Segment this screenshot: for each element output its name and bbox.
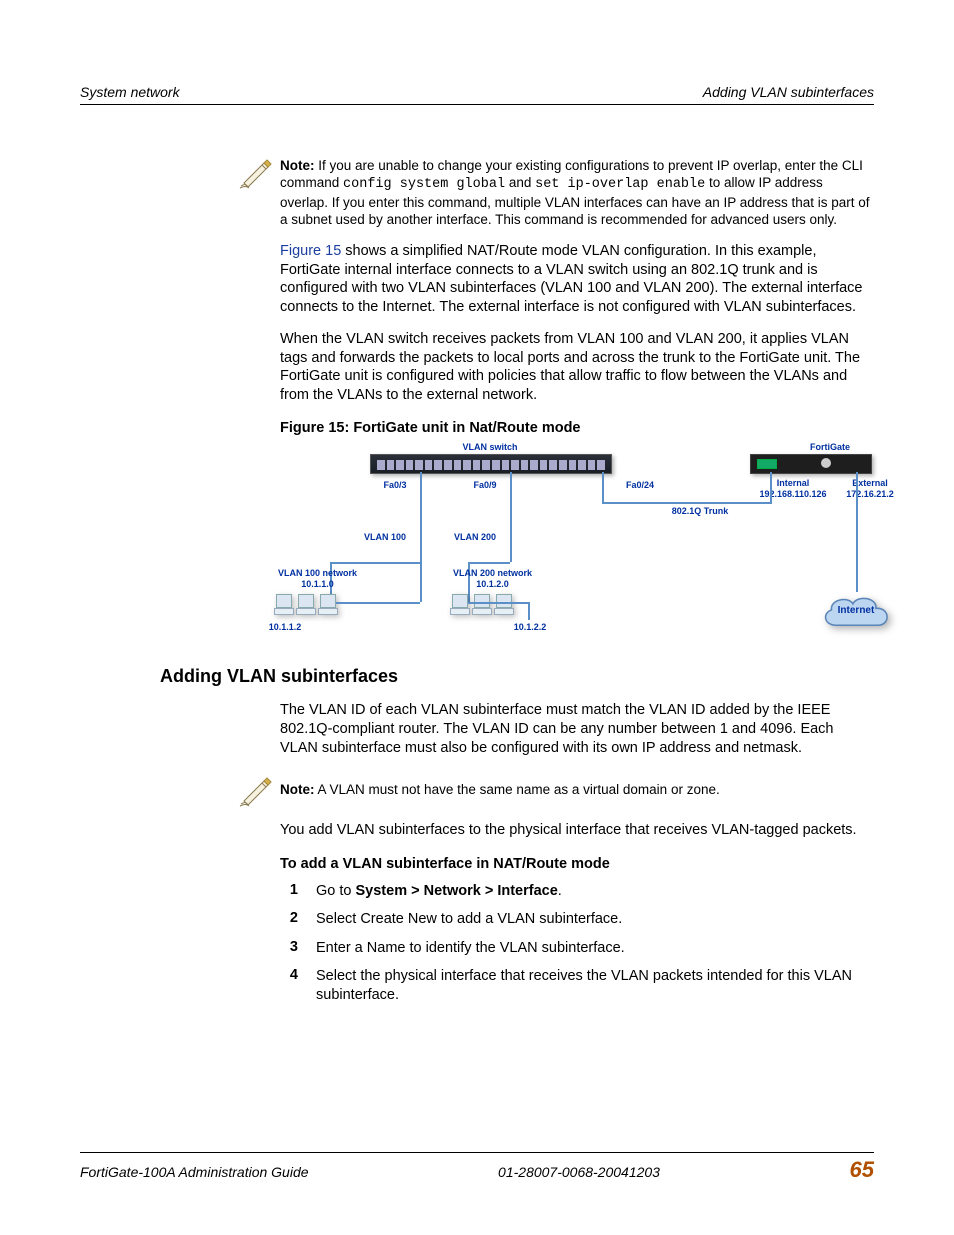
cli-code-2: set ip-overlap enable [535, 177, 705, 192]
computer-icon [296, 594, 314, 616]
step-body: Select the physical interface that recei… [316, 967, 874, 1004]
label-internet: Internet [828, 605, 884, 617]
computer-icon [472, 594, 490, 616]
label-fa024: Fa0/24 [620, 480, 660, 490]
procedure-title: To add a VLAN subinterface in NAT/Route … [280, 856, 874, 872]
diagram-line [420, 472, 422, 602]
step-number: 3 [260, 939, 316, 958]
figure-link[interactable]: Figure 15 [280, 243, 341, 259]
step-body: Go to System > Network > Interface. [316, 882, 874, 901]
figure-15: VLAN switch FortiGate Fa0/3 Fa0/9 Fa0/24… [280, 442, 874, 642]
step-1: 1 Go to System > Network > Interface. [260, 882, 874, 901]
paragraph-1: Figure 15 shows a simplified NAT/Route m… [280, 242, 874, 316]
diagram-line [468, 602, 528, 604]
computer-icon [274, 594, 292, 616]
note-2-text: Note: A VLAN must not have the same name… [280, 775, 720, 798]
vlan-switch-icon [370, 454, 612, 474]
diagram-line [330, 562, 420, 564]
diagram-line [770, 472, 772, 502]
footer-left: FortiGate-100A Administration Guide [80, 1164, 309, 1180]
figure-caption: Figure 15: FortiGate unit in Nat/Route m… [280, 420, 874, 436]
running-header: System network Adding VLAN subinterfaces [80, 84, 874, 105]
label-fa09: Fa0/9 [465, 480, 505, 490]
step-3: 3 Enter a Name to identify the VLAN subi… [260, 939, 874, 958]
step-4: 4 Select the physical interface that rec… [260, 967, 874, 1004]
note-label: Note: [280, 782, 315, 797]
fortigate-icon [750, 454, 872, 474]
page-number: 65 [850, 1157, 874, 1183]
procedure-steps: 1 Go to System > Network > Interface. 2 … [260, 882, 874, 1005]
footer: FortiGate-100A Administration Guide 01-2… [80, 1152, 874, 1183]
label-host1: 10.1.1.2 [260, 622, 310, 632]
label-vlan200: VLAN 200 [445, 532, 505, 542]
label-vlan100: VLAN 100 [355, 532, 415, 542]
paragraph-2: When the VLAN switch receives packets fr… [280, 330, 874, 404]
note-2: Note: A VLAN must not have the same name… [230, 775, 874, 807]
note-icon [230, 157, 280, 189]
note-1-text: Note: If you are unable to change your e… [280, 157, 874, 228]
step-number: 4 [260, 967, 316, 1004]
diagram-line [856, 472, 858, 592]
section-heading: Adding VLAN subinterfaces [160, 666, 874, 687]
diagram-line [602, 472, 604, 502]
header-left: System network [80, 84, 180, 100]
paragraph-3: You add VLAN subinterfaces to the physic… [280, 821, 874, 840]
step-body: Select Create New to add a VLAN subinter… [316, 910, 874, 929]
label-fortigate: FortiGate [800, 442, 860, 452]
diagram-line [336, 602, 420, 604]
label-internal: Internal 192.168.110.126 [748, 478, 838, 499]
label-fa03: Fa0/3 [375, 480, 415, 490]
label-vlan200-net: VLAN 200 network 10.1.2.0 [445, 568, 540, 589]
cli-code-1: config system global [343, 177, 505, 192]
label-host2: 10.1.2.2 [505, 622, 555, 632]
label-vlan-switch: VLAN switch [450, 442, 530, 452]
computer-icon [494, 594, 512, 616]
diagram-line [602, 502, 772, 504]
step-body: Enter a Name to identify the VLAN subint… [316, 939, 874, 958]
step-number: 2 [260, 910, 316, 929]
note-label: Note: [280, 158, 315, 173]
step-number: 1 [260, 882, 316, 901]
content: Note: If you are unable to change your e… [80, 105, 874, 1004]
computer-icon [318, 594, 336, 616]
diagram-line [510, 472, 512, 562]
label-external: External 172.16.21.2 [835, 478, 905, 499]
computer-icon [450, 594, 468, 616]
note-1: Note: If you are unable to change your e… [230, 157, 874, 228]
pc-group-2 [450, 594, 512, 616]
footer-mid: 01-28007-0068-20041203 [498, 1164, 660, 1180]
section-intro: The VLAN ID of each VLAN subinterface mu… [280, 701, 874, 757]
header-right: Adding VLAN subinterfaces [703, 84, 874, 100]
note-icon [230, 775, 280, 807]
pc-group-1 [274, 594, 336, 616]
diagram-line [468, 562, 510, 564]
page: { "header": { "left": "System network", … [0, 0, 954, 1235]
label-trunk: 802.1Q Trunk [660, 506, 740, 516]
step-2: 2 Select Create New to add a VLAN subint… [260, 910, 874, 929]
diagram-line [528, 602, 530, 620]
label-vlan100-net: VLAN 100 network 10.1.1.0 [270, 568, 365, 589]
